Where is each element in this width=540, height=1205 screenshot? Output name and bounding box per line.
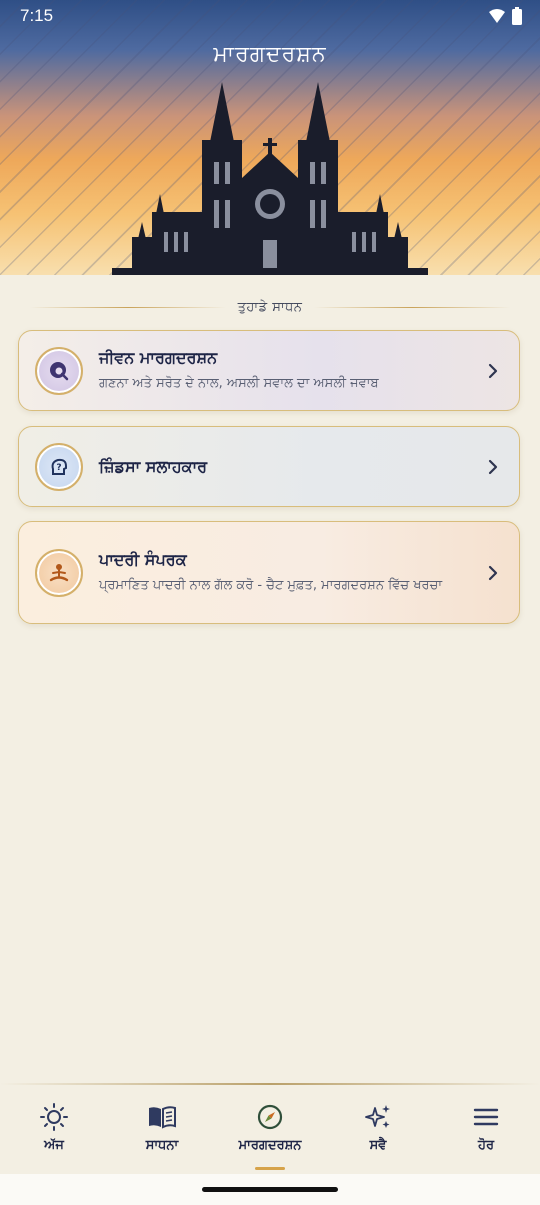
nav-item-practice[interactable]: ਸਾਧਨਾ <box>108 1086 216 1174</box>
status-time: 7:15 <box>20 6 54 25</box>
bottom-nav: ਅੱਜ ਸਾਧਨਾ ਮਾਰਗਦਰਸ਼ਨ ਸਵੈ ਹੋਰ <box>0 1086 540 1174</box>
book-icon <box>149 1106 176 1129</box>
nav-label: ਅੱਜ <box>44 1138 64 1153</box>
sparkles-icon <box>365 1105 390 1128</box>
card-priest-contact[interactable]: ਪਾਦਰੀ ਸੰਪਰਕ ਪ੍ਰਮਾਣਿਤ ਪਾਦਰੀ ਨਾਲ ਗੱਲ ਕਰੋ -… <box>18 521 520 624</box>
active-tab-indicator <box>255 1167 285 1170</box>
nav-label: ਸਾਧਨਾ <box>145 1138 179 1153</box>
card-title: ਜ਼ਿੰਡਸਾ ਸਲਾਹਕਾਰ <box>99 456 208 476</box>
cathedral-illustration <box>112 82 428 275</box>
nav-item-guidance[interactable]: ਮਾਰਗਦਰਸ਼ਨ <box>216 1086 324 1174</box>
svg-text:?: ? <box>56 463 61 473</box>
status-bar: 7:15 <box>0 0 540 32</box>
chevron-right-icon <box>483 363 503 379</box>
chevron-right-icon <box>483 565 503 581</box>
meditation-icon <box>35 548 83 597</box>
card-title: ਪਾਦਰੀ ਸੰਪਰਕ <box>99 550 187 569</box>
card-title: ਜੀਵਨ ਮਾਰਗਦਰਸ਼ਨ <box>99 348 218 367</box>
home-gesture-handle[interactable] <box>202 1187 338 1192</box>
wifi-icon <box>489 9 505 23</box>
nav-item-self[interactable]: ਸਵੈ <box>324 1086 432 1174</box>
question-head-icon: ? <box>35 442 83 491</box>
divider-left <box>30 306 226 308</box>
nav-divider <box>0 1083 540 1085</box>
card-subtitle: ਗਣਨਾ ਅਤੇ ਸਰੋਤ ਦੇ ਨਾਲ, ਅਸਲੀ ਸਵਾਲ ਦਾ ਅਸਲੀ … <box>99 376 379 391</box>
hero-banner: ਮਾਰਗਦਰਸ਼ਨ <box>0 0 540 275</box>
battery-icon <box>512 7 522 25</box>
section-title: ਤੁਹਾਡੇ ਸਾਧਨ <box>237 299 303 315</box>
nav-label: ਮਾਰਗਦਰਸ਼ਨ <box>238 1138 302 1153</box>
nav-label: ਸਵੈ <box>369 1138 387 1153</box>
compass-icon <box>257 1104 283 1130</box>
gesture-bar <box>0 1174 540 1205</box>
chevron-right-icon <box>483 459 503 475</box>
nav-item-more[interactable]: ਹੋਰ <box>432 1086 540 1174</box>
section-header: ਤੁਹਾਡੇ ਸਾਧਨ <box>30 297 511 317</box>
card-life-guidance[interactable]: ਜੀਵਨ ਮਾਰਗਦਰਸ਼ਨ ਗਣਨਾ ਅਤੇ ਸਰੋਤ ਦੇ ਨਾਲ, ਅਸਲ… <box>18 330 520 411</box>
nav-label: ਹੋਰ <box>477 1138 495 1153</box>
card-curiosity-advisor[interactable]: ? ਜ਼ਿੰਡਸਾ ਸਲਾਹਕਾਰ <box>18 426 520 507</box>
menu-icon <box>473 1108 499 1126</box>
card-subtitle: ਪ੍ਰਮਾਣਿਤ ਪਾਦਰੀ ਨਾਲ ਗੱਲ ਕਰੋ - ਚੈਟ ਮੁਫ਼ਤ, … <box>99 578 443 593</box>
page-title: ਮਾਰਗਦਰਸ਼ਨ <box>213 42 327 67</box>
sun-icon <box>40 1103 68 1131</box>
divider-right <box>314 306 511 308</box>
status-icons <box>488 7 522 25</box>
nav-item-today[interactable]: ਅੱਜ <box>0 1086 108 1174</box>
search-globe-icon <box>35 346 83 395</box>
